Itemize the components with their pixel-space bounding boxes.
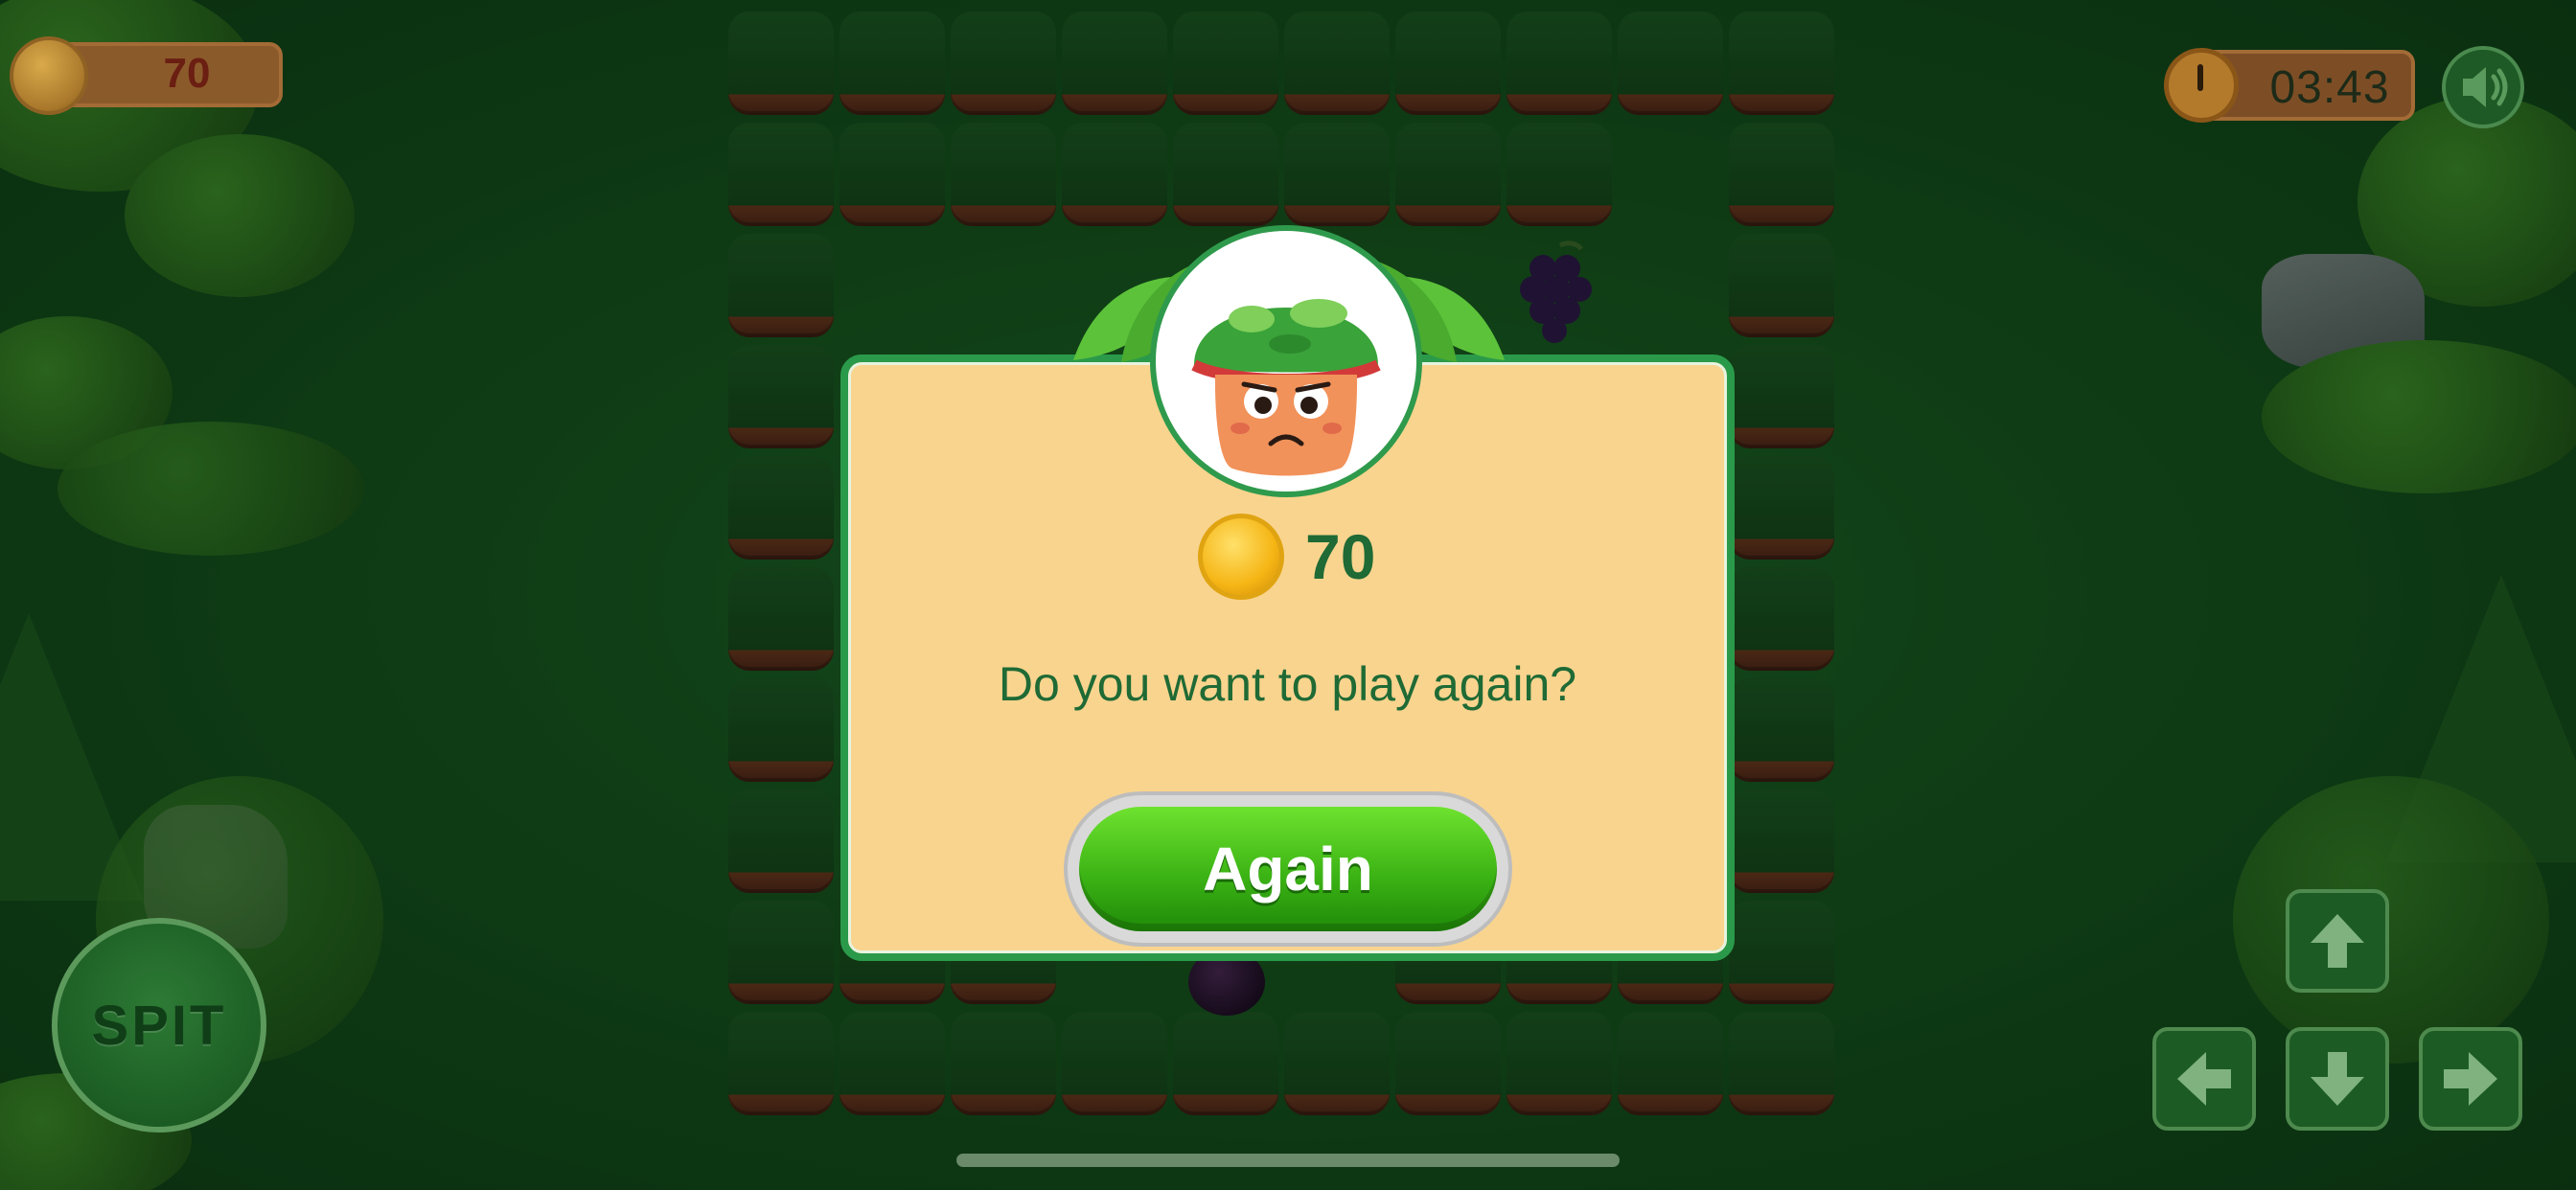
arrow-up-icon bbox=[2311, 914, 2364, 968]
again-button-face[interactable]: Again bbox=[1079, 807, 1497, 931]
again-button[interactable]: Again bbox=[1064, 791, 1512, 947]
coin-icon bbox=[1198, 514, 1284, 600]
reward-amount: 70 bbox=[1305, 521, 1376, 592]
again-button-label: Again bbox=[1203, 835, 1373, 904]
reward-row: 70 bbox=[1198, 513, 1375, 601]
up-button[interactable] bbox=[2286, 889, 2389, 993]
arrow-right-icon bbox=[2444, 1052, 2497, 1106]
spit-button[interactable]: SPIT bbox=[52, 918, 266, 1133]
coin-icon bbox=[10, 36, 88, 115]
sad-mushroom-avatar bbox=[1150, 225, 1422, 497]
play-again-question: Do you want to play again? bbox=[998, 657, 1577, 711]
coin-count: 70 bbox=[163, 50, 211, 97]
sound-button[interactable] bbox=[2442, 46, 2524, 128]
sad-mushroom-icon bbox=[1191, 299, 1381, 476]
arrow-left-icon bbox=[2177, 1052, 2231, 1106]
speaker-icon bbox=[2463, 67, 2508, 107]
down-button[interactable] bbox=[2286, 1027, 2389, 1131]
coin-counter: 70 bbox=[10, 36, 283, 115]
right-button[interactable] bbox=[2419, 1027, 2522, 1131]
game-stage: (function(){ var maze = document.current… bbox=[0, 0, 2576, 1190]
home-indicator[interactable] bbox=[956, 1154, 1620, 1167]
timer-value: 03:43 bbox=[2269, 62, 2390, 113]
stopwatch-icon bbox=[2164, 48, 2239, 123]
timer: 03:43 bbox=[2164, 48, 2415, 125]
spit-label: SPIT bbox=[91, 994, 227, 1057]
left-button[interactable] bbox=[2152, 1027, 2256, 1131]
arrow-down-icon bbox=[2311, 1052, 2364, 1106]
